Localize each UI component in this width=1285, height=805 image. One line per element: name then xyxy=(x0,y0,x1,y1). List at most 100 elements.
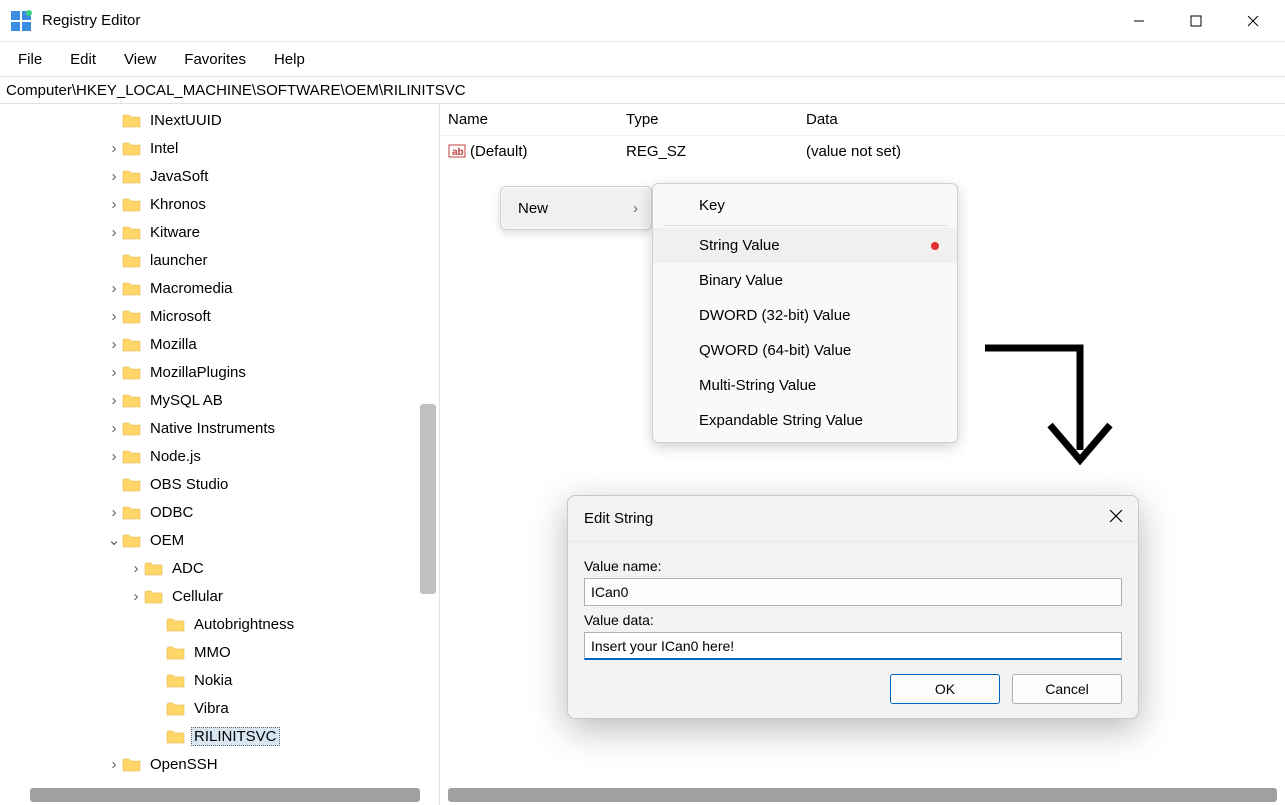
close-button[interactable] xyxy=(1224,0,1281,42)
tree-item-label: RILINITSVC xyxy=(191,727,280,746)
chevron-right-icon[interactable]: › xyxy=(106,420,122,437)
titlebar: Registry Editor xyxy=(0,0,1285,42)
tree-item[interactable]: RILINITSVC xyxy=(0,722,439,750)
tree-item[interactable]: OBS Studio xyxy=(0,470,439,498)
tree-item-label: Khronos xyxy=(147,195,209,214)
menu-help[interactable]: Help xyxy=(262,47,317,72)
menu-view[interactable]: View xyxy=(112,47,168,72)
menu-edit[interactable]: Edit xyxy=(58,47,108,72)
ok-button[interactable]: OK xyxy=(890,674,1000,704)
address-text: Computer\HKEY_LOCAL_MACHINE\SOFTWARE\OEM… xyxy=(6,82,466,99)
tree-item[interactable]: INextUUID xyxy=(0,106,439,134)
menu-favorites[interactable]: Favorites xyxy=(172,47,258,72)
tree-item[interactable]: ⌄OEM xyxy=(0,526,439,554)
tree-item[interactable]: › JavaSoft xyxy=(0,162,439,190)
tree-item-label: Mozilla xyxy=(147,335,200,354)
value-type: REG_SZ xyxy=(626,143,806,160)
value-data-label: Value data: xyxy=(584,612,1122,628)
tree-item-label: Nokia xyxy=(191,671,235,690)
tree-item[interactable]: › ADC xyxy=(0,554,439,582)
tree-item[interactable]: › Macromedia xyxy=(0,274,439,302)
tree-item[interactable]: launcher xyxy=(0,246,439,274)
col-data[interactable]: Data xyxy=(806,111,1285,128)
chevron-right-icon[interactable]: › xyxy=(106,308,122,325)
chevron-right-icon[interactable]: › xyxy=(106,196,122,213)
chevron-right-icon[interactable]: › xyxy=(106,140,122,157)
tree-item[interactable]: MMO xyxy=(0,638,439,666)
tree-item[interactable]: Vibra xyxy=(0,694,439,722)
chevron-right-icon: › xyxy=(633,200,638,217)
tree-item[interactable]: › Mozilla xyxy=(0,330,439,358)
highlight-dot-icon xyxy=(931,242,939,250)
tree-item[interactable]: ›Intel xyxy=(0,134,439,162)
chevron-right-icon[interactable]: › xyxy=(128,560,144,577)
tree-item[interactable]: › OpenSSH xyxy=(0,750,439,778)
context-submenu-new: Key String Value Binary Value DWORD (32-… xyxy=(652,183,958,443)
value-data-field[interactable] xyxy=(584,632,1122,660)
tree-item[interactable]: › Node.js xyxy=(0,442,439,470)
chevron-right-icon[interactable]: › xyxy=(106,168,122,185)
tree-item[interactable]: › Microsoft xyxy=(0,302,439,330)
tree-item-label: Node.js xyxy=(147,447,204,466)
string-value-icon: ab xyxy=(448,142,466,160)
chevron-down-icon[interactable]: ⌄ xyxy=(106,531,122,549)
tree-item-label: MMO xyxy=(191,643,234,662)
tree-item[interactable]: › ODBC xyxy=(0,498,439,526)
svg-text:ab: ab xyxy=(452,147,464,158)
ctx-key[interactable]: Key xyxy=(653,188,957,223)
tree-item[interactable]: Nokia xyxy=(0,666,439,694)
tree-item[interactable]: Autobrightness xyxy=(0,610,439,638)
tree-item[interactable]: › Kitware xyxy=(0,218,439,246)
chevron-right-icon[interactable]: › xyxy=(106,504,122,521)
ctx-new[interactable]: New › xyxy=(502,188,650,228)
chevron-right-icon[interactable]: › xyxy=(106,756,122,773)
minimize-button[interactable] xyxy=(1110,0,1167,42)
tree-item-label: Macromedia xyxy=(147,279,236,298)
tree-item-label: launcher xyxy=(147,251,211,270)
ctx-qword-value[interactable]: QWORD (64-bit) Value xyxy=(653,333,957,368)
maximize-button[interactable] xyxy=(1167,0,1224,42)
value-name-field[interactable] xyxy=(584,578,1122,606)
tree-item[interactable]: › Cellular xyxy=(0,582,439,610)
chevron-right-icon[interactable]: › xyxy=(128,588,144,605)
tree-item[interactable]: › MozillaPlugins xyxy=(0,358,439,386)
tree-item-label: Microsoft xyxy=(147,307,214,326)
tree-hscrollbar[interactable] xyxy=(30,788,420,802)
tree-item-label: Kitware xyxy=(147,223,203,242)
chevron-right-icon[interactable]: › xyxy=(106,364,122,381)
tree-item[interactable]: ›Native Instruments xyxy=(0,414,439,442)
value-name: (Default) xyxy=(470,143,528,160)
tree-item-label: MozillaPlugins xyxy=(147,363,249,382)
ctx-multistring-value[interactable]: Multi-String Value xyxy=(653,368,957,403)
chevron-right-icon[interactable]: › xyxy=(106,224,122,241)
tree-item[interactable]: › Khronos xyxy=(0,190,439,218)
tree-item-label: ODBC xyxy=(147,503,196,522)
col-type[interactable]: Type xyxy=(626,111,806,128)
tree-vscrollbar[interactable] xyxy=(420,404,436,594)
tree-item-label: Cellular xyxy=(169,587,226,606)
value-hscrollbar[interactable] xyxy=(448,788,1277,802)
tree-item-label: ADC xyxy=(169,559,207,578)
address-bar[interactable]: Computer\HKEY_LOCAL_MACHINE\SOFTWARE\OEM… xyxy=(0,76,1285,104)
chevron-right-icon[interactable]: › xyxy=(106,280,122,297)
tree-item-label: JavaSoft xyxy=(147,167,211,186)
tree-item-label: OpenSSH xyxy=(147,755,221,774)
ctx-expandstring-value[interactable]: Expandable String Value xyxy=(653,403,957,438)
ctx-binary-value[interactable]: Binary Value xyxy=(653,263,957,298)
ctx-dword-value[interactable]: DWORD (32-bit) Value xyxy=(653,298,957,333)
dialog-close-button[interactable] xyxy=(1108,508,1124,524)
cancel-button[interactable]: Cancel xyxy=(1012,674,1122,704)
tree-item-label: OBS Studio xyxy=(147,475,231,494)
ctx-string-value[interactable]: String Value xyxy=(653,228,957,263)
value-name-label: Value name: xyxy=(584,558,1122,574)
menu-file[interactable]: File xyxy=(6,47,54,72)
value-row[interactable]: ab (Default) REG_SZ (value not set) xyxy=(440,136,1285,166)
annotation-arrow-icon xyxy=(980,340,1130,480)
chevron-right-icon[interactable]: › xyxy=(106,392,122,409)
dialog-title: Edit String xyxy=(584,510,653,527)
chevron-right-icon[interactable]: › xyxy=(106,336,122,353)
chevron-right-icon[interactable]: › xyxy=(106,448,122,465)
tree-item[interactable]: ›MySQL AB xyxy=(0,386,439,414)
context-menu: New › xyxy=(500,186,652,230)
col-name[interactable]: Name xyxy=(448,111,626,128)
